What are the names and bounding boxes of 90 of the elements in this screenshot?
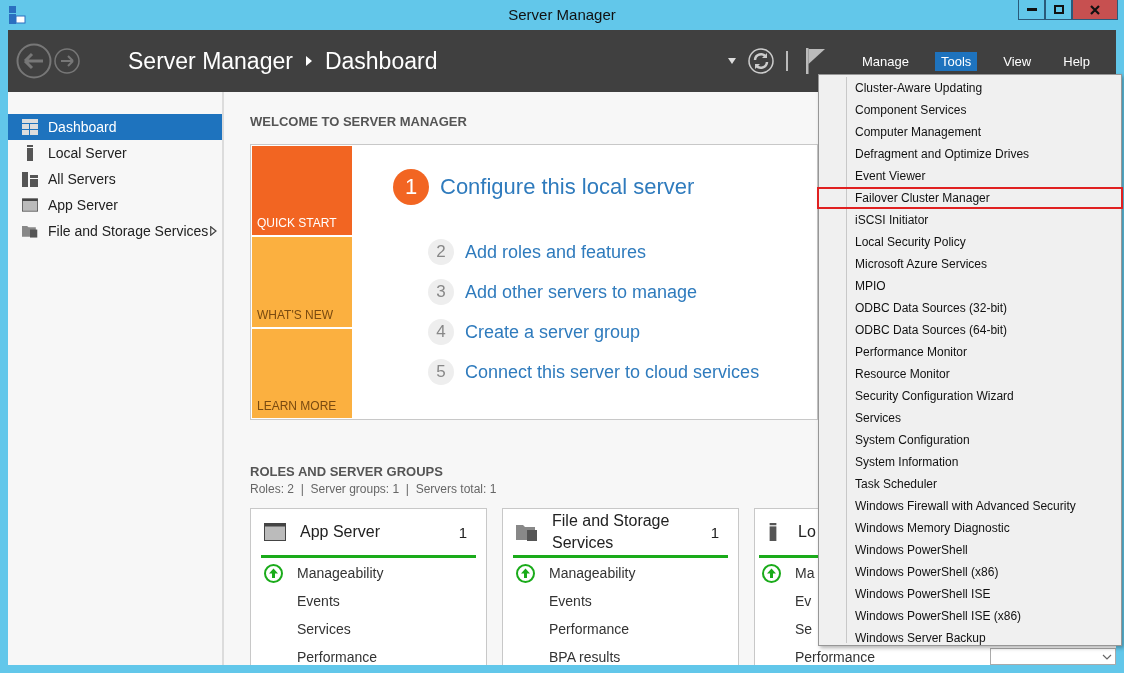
- breadcrumb-arrow-icon: [304, 56, 313, 66]
- card-title[interactable]: App Server: [300, 521, 450, 543]
- breadcrumb-item: Dashboard: [324, 47, 438, 75]
- menu-item[interactable]: Windows Memory Diagnostic: [819, 517, 1121, 539]
- menu-item[interactable]: Computer Management: [819, 121, 1121, 143]
- menu-item[interactable]: System Configuration: [819, 429, 1121, 451]
- menu-item[interactable]: Windows PowerShell ISE: [819, 583, 1121, 605]
- menu-item[interactable]: Windows PowerShell (x86): [819, 561, 1121, 583]
- status-item[interactable]: Ev: [795, 593, 812, 609]
- tile-tab[interactable]: WHAT'S NEW: [252, 237, 352, 327]
- menu-item[interactable]: Component Services: [819, 99, 1121, 121]
- step-number: 2: [428, 239, 454, 265]
- status-item[interactable]: Manageability: [297, 565, 384, 581]
- menu-item[interactable]: ODBC Data Sources (64-bit): [819, 319, 1121, 341]
- menu-item[interactable]: Windows Firewall with Advanced Security: [819, 495, 1121, 517]
- status-item[interactable]: Events: [549, 593, 592, 609]
- menu-item[interactable]: Help: [1057, 51, 1096, 71]
- menu-item[interactable]: Services: [819, 407, 1121, 429]
- close-icon: [1090, 4, 1100, 15]
- menu-item[interactable]: Failover Cluster Manager: [817, 187, 1123, 209]
- refresh-icon: [747, 48, 774, 74]
- dropdown-caret-icon: [727, 58, 736, 64]
- menu-item[interactable]: Task Scheduler: [819, 473, 1121, 495]
- menu-item[interactable]: Tools: [934, 51, 978, 71]
- folder-icon: [22, 223, 38, 239]
- sidebar-item[interactable]: App Server: [8, 192, 222, 218]
- menu-item[interactable]: Cluster-Aware Updating: [819, 77, 1121, 99]
- menu-item[interactable]: System Information: [819, 451, 1121, 473]
- status-item[interactable]: Events: [297, 593, 340, 609]
- status-item[interactable]: Performance: [795, 649, 876, 665]
- sidebar-item[interactable]: Local Server: [8, 140, 222, 166]
- step-number: 1: [393, 169, 429, 205]
- step-link[interactable]: Add roles and features: [465, 241, 647, 263]
- menu-item[interactable]: MPIO: [819, 275, 1121, 297]
- menu-item[interactable]: Performance Monitor: [819, 341, 1121, 363]
- dashboard-icon: [22, 119, 38, 135]
- step-link[interactable]: Connect this server to cloud services: [465, 361, 760, 383]
- combo-field[interactable]: [990, 648, 1116, 665]
- menu-item[interactable]: iSCSI Initiator: [819, 209, 1121, 231]
- menu-item[interactable]: Windows PowerShell: [819, 539, 1121, 561]
- menu-item[interactable]: Microsoft Azure Services: [819, 253, 1121, 275]
- menu-item[interactable]: Security Configuration Wizard: [819, 385, 1121, 407]
- card-count: 1: [458, 523, 467, 541]
- window-icon: [264, 523, 286, 541]
- sidebar-item[interactable]: Dashboard: [8, 114, 222, 140]
- maximize-icon: [1053, 5, 1064, 14]
- sidebar-item[interactable]: All Servers: [8, 166, 222, 192]
- menu-item[interactable]: Event Viewer: [819, 165, 1121, 187]
- window-icon: [22, 197, 38, 213]
- maximize-button[interactable]: [1045, 0, 1072, 20]
- chevron-down-icon: [1102, 653, 1112, 660]
- breadcrumb-item: Server Manager: [128, 47, 293, 75]
- back-button[interactable]: [16, 43, 52, 79]
- step-number: 4: [428, 319, 454, 345]
- menu-item[interactable]: Local Security Policy: [819, 231, 1121, 253]
- status-item[interactable]: Se: [795, 621, 813, 637]
- card-count: 1: [710, 523, 719, 541]
- menu-item[interactable]: Windows PowerShell ISE (x86): [819, 605, 1121, 627]
- status-item[interactable]: Performance: [297, 649, 378, 665]
- step-link[interactable]: Configure this local server: [440, 174, 695, 200]
- menu-item[interactable]: ODBC Data Sources (32-bit): [819, 297, 1121, 319]
- flag-icon: [805, 48, 826, 74]
- section-title: WELCOME TO SERVER MANAGER: [250, 114, 467, 130]
- menu-item[interactable]: Windows Server Backup: [819, 627, 1121, 649]
- sidebar-item[interactable]: File and Storage Services: [8, 218, 222, 244]
- forward-button[interactable]: [54, 48, 80, 74]
- menu-item[interactable]: View: [997, 51, 1038, 71]
- tile-tab[interactable]: LEARN MORE: [252, 328, 352, 418]
- section-title: ROLES AND SERVER GROUPS: [250, 464, 443, 480]
- minimize-icon: [1026, 8, 1037, 11]
- status-item[interactable]: Performance: [549, 621, 630, 637]
- menu-item[interactable]: Defragment and Optimize Drives: [819, 143, 1121, 165]
- menu-item[interactable]: Manage: [855, 51, 915, 71]
- app-icon: [8, 6, 26, 24]
- close-button[interactable]: [1072, 0, 1118, 20]
- card-title[interactable]: File and Storage Services: [552, 510, 702, 554]
- window-title: Server Manager: [508, 6, 616, 23]
- status-item[interactable]: Services: [297, 621, 351, 637]
- step-link[interactable]: Create a server group: [465, 321, 641, 343]
- roles-summary: Roles: 2 | Server groups: 1 | Servers total: 1: [250, 482, 497, 496]
- folder-icon: [516, 523, 538, 541]
- menu-item[interactable]: Resource Monitor: [819, 363, 1121, 385]
- step-number: 5: [428, 359, 454, 385]
- status-item[interactable]: Ma: [795, 565, 815, 581]
- status-item[interactable]: Manageability: [549, 565, 636, 581]
- step-number: 3: [428, 279, 454, 305]
- step-link[interactable]: Add other servers to manage: [465, 281, 698, 303]
- status-item[interactable]: BPA results: [549, 649, 621, 665]
- minimize-button[interactable]: [1018, 0, 1045, 20]
- servers-icon: [22, 171, 38, 187]
